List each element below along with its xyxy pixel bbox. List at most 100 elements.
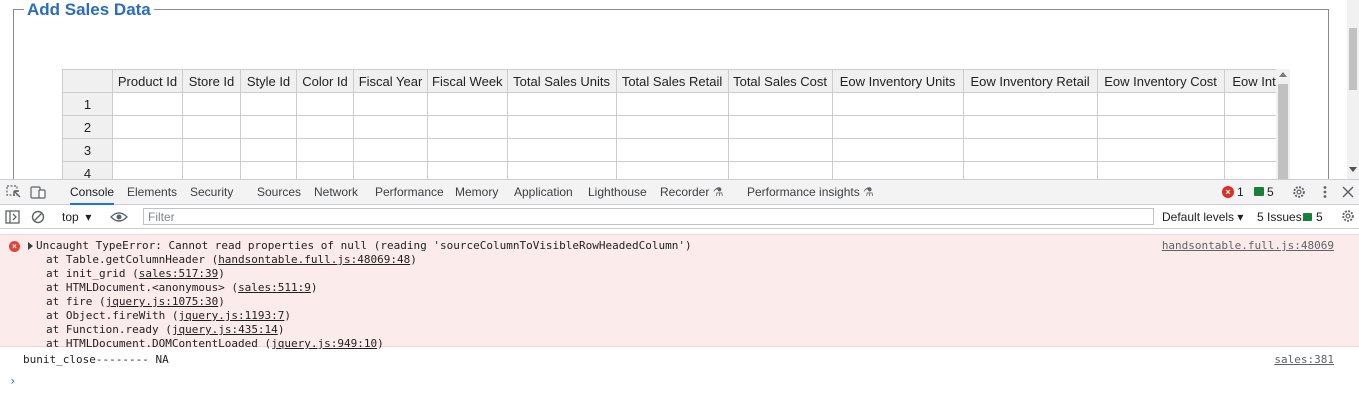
error-badge-icon[interactable]: × xyxy=(1222,186,1234,198)
grid-cell[interactable] xyxy=(831,161,964,179)
stack-source-link[interactable]: handsontable.full.js:48069:48 xyxy=(218,253,410,266)
message-badge-icon[interactable] xyxy=(1254,187,1264,196)
grid-cell[interactable] xyxy=(112,115,183,139)
grid-cell[interactable] xyxy=(353,115,428,139)
grid-column-header[interactable]: Eow Inventory Retail xyxy=(962,69,1098,93)
grid-cell[interactable] xyxy=(427,92,508,116)
stack-source-link[interactable]: jquery.js:949:10 xyxy=(271,337,377,350)
grid-cell[interactable] xyxy=(506,92,617,116)
grid-cell[interactable] xyxy=(727,138,833,162)
grid-cell[interactable] xyxy=(615,161,729,179)
grid-column-header[interactable]: Eow Inventory Units xyxy=(831,69,964,93)
tab-elements[interactable]: Elements xyxy=(127,180,177,205)
grid-cell[interactable] xyxy=(615,138,729,162)
log-levels-dropdown[interactable]: Default levels ▾ xyxy=(1162,205,1243,229)
close-icon[interactable] xyxy=(1340,185,1356,199)
grid-row-header[interactable]: 3 xyxy=(62,138,113,162)
grid-cell[interactable] xyxy=(615,92,729,116)
device-toolbar-icon[interactable] xyxy=(30,185,46,199)
grid-cell[interactable] xyxy=(240,115,297,139)
grid-cell[interactable] xyxy=(296,161,354,179)
gear-icon[interactable] xyxy=(1291,185,1307,199)
expand-triangle-icon[interactable] xyxy=(28,242,33,250)
grid-column-header[interactable]: Fiscal Week xyxy=(427,69,508,93)
clear-console-icon[interactable] xyxy=(30,210,46,224)
grid-cell[interactable] xyxy=(296,92,354,116)
grid-row-header[interactable]: 4 xyxy=(62,161,113,179)
error-count[interactable]: 1 xyxy=(1237,180,1244,205)
grid-column-header[interactable]: Store Id xyxy=(182,69,241,93)
grid-column-header[interactable]: Total Sales Retail xyxy=(615,69,729,93)
error-text[interactable]: Uncaught TypeError: Cannot read properti… xyxy=(36,239,692,253)
grid-cell[interactable] xyxy=(182,138,241,162)
scroll-up-arrow-icon[interactable] xyxy=(1279,72,1287,77)
grid-cell[interactable] xyxy=(112,138,183,162)
console-settings-gear-icon[interactable] xyxy=(1340,209,1356,223)
grid-column-header[interactable]: Product Id xyxy=(112,69,183,93)
grid-column-header[interactable]: Color Id xyxy=(296,69,354,93)
grid-scroll-thumb[interactable] xyxy=(1278,84,1288,179)
tab-memory[interactable]: Memory xyxy=(455,180,498,205)
error-source-link[interactable]: handsontable.full.js:48069 xyxy=(1162,239,1334,253)
grid-cell[interactable] xyxy=(427,161,508,179)
grid-column-header[interactable]: Total Sales Units xyxy=(506,69,617,93)
grid-cell[interactable] xyxy=(240,161,297,179)
tab-application[interactable]: Application xyxy=(514,180,573,205)
stack-source-link[interactable]: jquery.js:1075:30 xyxy=(106,295,219,308)
tab-performance-insights[interactable]: Performance insights ⚗ xyxy=(747,180,874,205)
grid-column-header[interactable]: Fiscal Year xyxy=(353,69,428,93)
grid-cell[interactable] xyxy=(962,92,1098,116)
grid-cell[interactable] xyxy=(182,161,241,179)
inspect-element-icon[interactable] xyxy=(6,185,22,199)
grid-cell[interactable] xyxy=(506,138,617,162)
grid-row-header[interactable]: 1 xyxy=(62,92,113,116)
grid-column-header[interactable]: Style Id xyxy=(240,69,297,93)
tab-lighthouse[interactable]: Lighthouse xyxy=(588,180,647,205)
grid-cell[interactable] xyxy=(427,115,508,139)
stack-source-link[interactable]: sales:517:39 xyxy=(139,267,218,280)
grid-cell[interactable] xyxy=(615,115,729,139)
issues-count[interactable]: 5 xyxy=(1316,205,1323,229)
sidebar-toggle-icon[interactable] xyxy=(5,210,21,224)
more-options-icon[interactable] xyxy=(1317,185,1333,199)
grid-cell[interactable] xyxy=(727,115,833,139)
grid-cell[interactable] xyxy=(506,161,617,179)
console-prompt-chevron-icon[interactable]: › xyxy=(9,374,16,388)
grid-cell[interactable] xyxy=(962,115,1098,139)
grid-cell[interactable] xyxy=(1096,161,1225,179)
grid-column-header[interactable]: Eow Inventory Cost xyxy=(1096,69,1225,93)
grid-cell[interactable] xyxy=(240,92,297,116)
tab-sources[interactable]: Sources xyxy=(257,180,301,205)
scroll-down-arrow-icon[interactable] xyxy=(1349,167,1357,172)
grid-row-header[interactable]: 2 xyxy=(62,115,113,139)
grid-cell[interactable] xyxy=(353,161,428,179)
page-scroll-thumb[interactable] xyxy=(1349,28,1357,90)
tab-performance[interactable]: Performance xyxy=(375,180,444,205)
grid-cell[interactable] xyxy=(296,115,354,139)
filter-input[interactable] xyxy=(143,208,1154,225)
grid-cell[interactable] xyxy=(240,138,297,162)
grid-cell[interactable] xyxy=(353,92,428,116)
grid-cell[interactable] xyxy=(182,115,241,139)
stack-source-link[interactable]: jquery.js:1193:7 xyxy=(178,309,284,322)
log-source-link[interactable]: sales:381 xyxy=(1274,353,1334,367)
grid-column-header[interactable]: Total Sales Cost xyxy=(727,69,833,93)
page-scrollbar[interactable] xyxy=(1347,0,1359,179)
grid-cell[interactable] xyxy=(1096,138,1225,162)
grid-cell[interactable] xyxy=(506,115,617,139)
grid-vertical-scrollbar[interactable] xyxy=(1276,69,1290,179)
grid-cell[interactable] xyxy=(831,92,964,116)
issues-link[interactable]: 5 Issues: xyxy=(1257,205,1305,229)
message-count[interactable]: 5 xyxy=(1267,180,1274,205)
grid-cell[interactable] xyxy=(727,161,833,179)
grid-cell[interactable] xyxy=(1096,92,1225,116)
grid-cell[interactable] xyxy=(296,138,354,162)
eye-icon[interactable] xyxy=(110,210,128,224)
grid-cell[interactable] xyxy=(112,161,183,179)
grid-cell[interactable] xyxy=(962,161,1098,179)
tab-console[interactable]: Console xyxy=(70,180,115,205)
issues-message-icon[interactable] xyxy=(1303,213,1312,221)
grid-cell[interactable] xyxy=(962,138,1098,162)
grid-cell[interactable] xyxy=(1096,115,1225,139)
grid-cell[interactable] xyxy=(831,138,964,162)
